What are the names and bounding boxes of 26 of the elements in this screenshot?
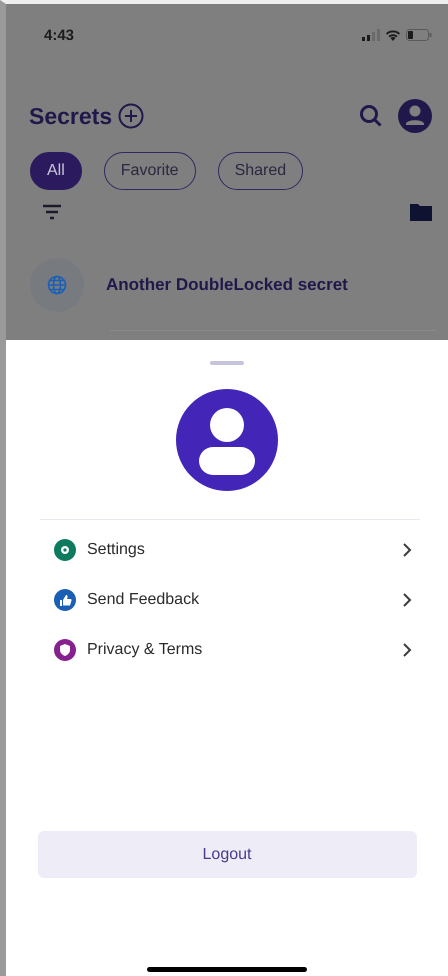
menu-item[interactable]: Send Feedback xyxy=(54,575,412,625)
filter-chip[interactable]: Favorite xyxy=(104,152,196,190)
menu-item[interactable]: Settings xyxy=(54,525,412,575)
chevron-icon xyxy=(402,642,412,658)
menu-label: Send Feedback xyxy=(87,591,200,609)
menu-label: Privacy & Terms xyxy=(87,641,204,659)
filter-chip[interactable]: Shared xyxy=(218,152,304,190)
status-time: 4:43 xyxy=(44,26,74,44)
logout-button[interactable]: Logout xyxy=(38,831,416,878)
battery-icon xyxy=(406,29,432,41)
add-icon[interactable] xyxy=(118,103,144,129)
chevron-icon xyxy=(402,542,412,558)
menu-item[interactable]: Privacy & Terms xyxy=(54,625,412,675)
drag-handle[interactable] xyxy=(210,361,244,365)
filter-icon[interactable] xyxy=(42,204,62,220)
filter-chip[interactable]: All xyxy=(30,152,82,190)
wifi-icon xyxy=(385,29,401,41)
menu-label: Settings xyxy=(87,541,146,559)
signal-icon xyxy=(362,29,380,41)
chevron-icon xyxy=(402,592,412,608)
search-icon[interactable] xyxy=(358,103,384,129)
profile-icon[interactable] xyxy=(398,99,432,133)
avatar-icon xyxy=(176,389,278,491)
folder-icon[interactable] xyxy=(410,203,432,221)
secret-title[interactable]: Another DoubleLocked secret xyxy=(106,275,348,295)
page-title: Secrets xyxy=(29,102,112,130)
